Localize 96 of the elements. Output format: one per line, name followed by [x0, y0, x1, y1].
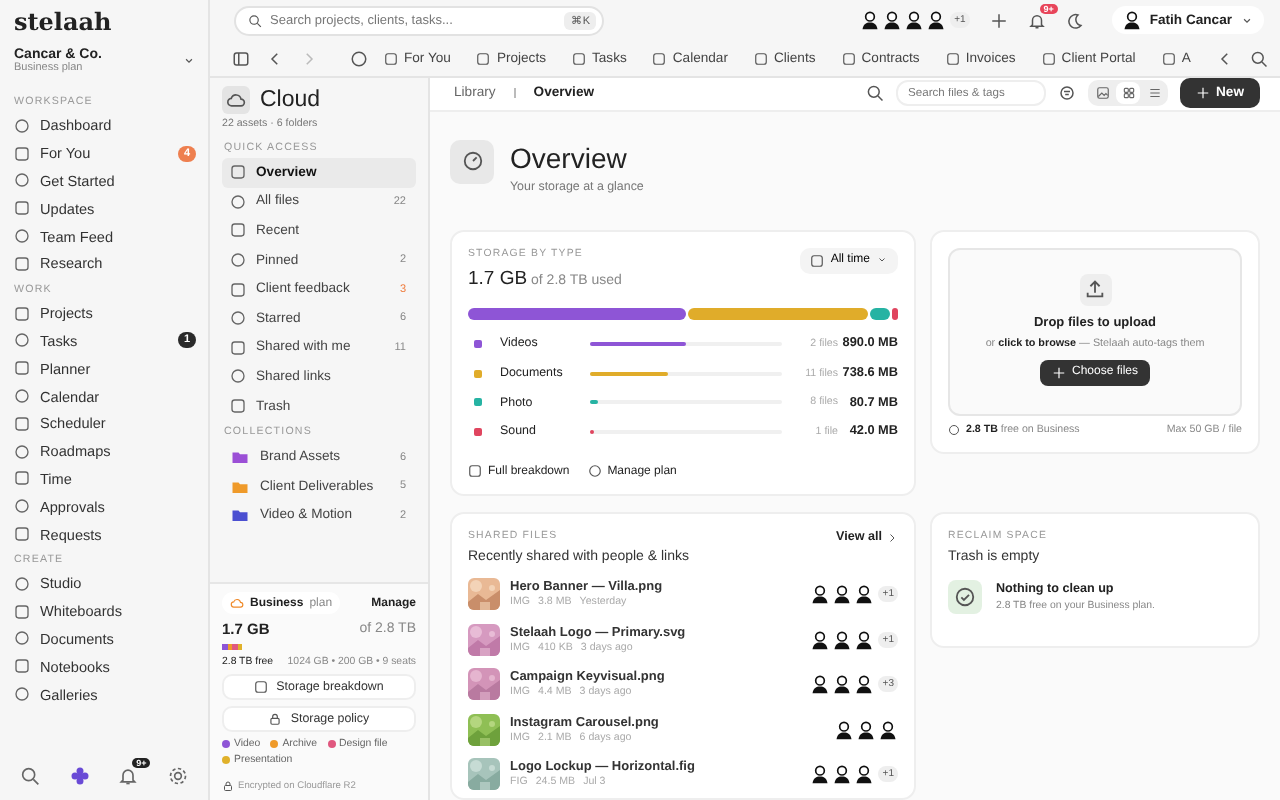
avatar-icon — [810, 584, 831, 605]
storage-used: 1.7 GB — [468, 267, 528, 290]
square-icon — [14, 360, 30, 377]
square-icon — [14, 255, 30, 272]
search-icon — [248, 13, 262, 27]
avatar-icon — [832, 764, 853, 785]
circle-icon — [14, 498, 30, 515]
cloud-icon — [230, 596, 244, 610]
search-icon[interactable] — [20, 766, 40, 786]
circle-icon — [14, 117, 30, 134]
circle-icon — [230, 252, 246, 269]
upload-icon — [1079, 273, 1111, 306]
plus-icon[interactable] — [989, 11, 1008, 29]
square-icon — [1161, 51, 1176, 65]
square-icon — [14, 526, 30, 543]
square-icon — [14, 200, 30, 217]
square-icon — [254, 680, 269, 694]
avatar-icon — [832, 674, 853, 695]
lock-icon — [268, 712, 283, 726]
filter-icon[interactable] — [1058, 84, 1077, 103]
avatar-icon — [860, 10, 881, 30]
avatar-icon — [832, 629, 853, 650]
moon-icon[interactable] — [1065, 11, 1084, 29]
back-icon[interactable] — [266, 49, 284, 67]
gauge-icon — [450, 139, 494, 184]
avatar-icon — [854, 629, 875, 650]
circle-icon — [14, 443, 30, 460]
square-icon — [945, 51, 960, 65]
list-icon — [1147, 86, 1162, 101]
settings-icon[interactable] — [167, 766, 188, 786]
page-title: Overview — [510, 141, 629, 174]
chevron-icon — [1240, 13, 1254, 27]
square-icon — [230, 339, 246, 356]
square-icon — [230, 398, 246, 415]
avatar-icon — [810, 764, 831, 785]
sidebar-toggle-icon[interactable] — [232, 49, 250, 67]
circle-icon — [230, 310, 246, 327]
panel-title: Cloud — [260, 88, 321, 112]
square-icon — [14, 470, 30, 487]
square-icon — [14, 305, 30, 322]
grid-icon — [1121, 86, 1136, 101]
plus-icon — [1196, 86, 1211, 101]
image-icon — [1095, 86, 1110, 101]
circle-icon — [587, 464, 602, 478]
lock-icon — [222, 780, 234, 792]
circle-icon — [14, 686, 30, 703]
square-icon — [230, 222, 246, 239]
square-icon — [468, 464, 482, 478]
search-icon[interactable] — [866, 84, 885, 103]
square-icon — [572, 51, 586, 65]
avatar-icon — [856, 719, 876, 740]
circle-icon — [14, 575, 30, 592]
square-icon — [14, 603, 30, 620]
bell-icon[interactable] — [118, 766, 139, 786]
avatar-icon — [878, 719, 898, 740]
avatar-icon — [854, 764, 875, 785]
avatar-icon — [904, 10, 925, 30]
avatar-icon — [854, 674, 875, 695]
circle-icon — [14, 228, 30, 245]
bell-icon[interactable] — [1027, 11, 1046, 29]
cloud-icon — [222, 86, 250, 114]
chevron-icon — [886, 531, 898, 543]
logo: stelaah — [14, 8, 112, 36]
circle-icon — [14, 388, 30, 405]
view-button[interactable] — [1116, 82, 1141, 105]
avatar-icon — [810, 629, 831, 650]
circle-icon — [14, 332, 30, 349]
storage-bar — [222, 644, 242, 650]
circle-icon — [230, 193, 246, 210]
avatar-icon — [1121, 10, 1142, 30]
square-icon — [384, 51, 398, 65]
square-icon — [841, 51, 856, 65]
avatar-icon — [926, 10, 947, 30]
avatar-icon — [834, 719, 854, 740]
circle-icon — [14, 172, 30, 189]
plus-icon — [1051, 365, 1066, 380]
square-icon — [476, 51, 491, 65]
square-icon — [14, 658, 30, 675]
square-icon — [1041, 51, 1056, 65]
avatar-icon — [854, 584, 875, 605]
circle-icon[interactable] — [350, 49, 368, 67]
square-icon — [753, 51, 768, 65]
circle-icon — [230, 368, 246, 385]
avatar-icon — [832, 584, 853, 605]
square-icon — [14, 145, 30, 162]
search-icon[interactable] — [1250, 49, 1269, 67]
square-icon — [652, 51, 667, 65]
square-icon — [230, 164, 246, 181]
circle-icon — [14, 630, 30, 647]
check-icon — [948, 580, 982, 614]
square-icon — [14, 415, 30, 432]
square-icon — [230, 281, 246, 298]
circle-icon — [948, 423, 960, 436]
avatar-icon — [882, 10, 903, 30]
chevron-icon — [182, 54, 196, 68]
avatar-icon — [810, 674, 831, 695]
